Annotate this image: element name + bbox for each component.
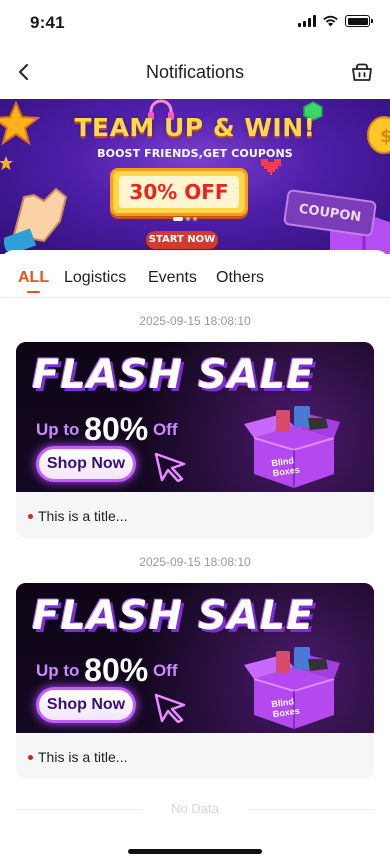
flash-sale-headline: FLASH SALE [32,593,315,639]
status-bar: 9:41 [0,0,390,44]
wifi-icon [323,15,338,27]
off-label: Off [152,661,178,680]
notification-title: This is a title... [38,749,128,765]
tab-logistics[interactable]: Logistics [64,269,126,287]
discount-text: Up to 80% Off [36,406,178,447]
banner-headline: TEAM UP & WIN! [74,113,316,142]
shop-basket-icon [352,63,372,81]
shop-now-button[interactable]: Shop Now [36,446,136,482]
notification-title: This is a title... [38,508,128,524]
notification-timestamp: 2025-09-15 18:08:10 [139,555,251,569]
discount-percent: 80% [84,411,149,447]
notifications-sheet: ALL Logistics Events Others 2025-09-15 1… [0,250,390,862]
shop-now-button[interactable]: Shop Now [36,687,136,723]
up-to-label: Up to [36,420,80,439]
page-title: Notifications [145,62,245,82]
navigation-bar: Notifications [0,44,390,100]
no-data-divider: No Data [16,801,374,817]
notification-card[interactable]: FLASH SALE Up to 80% Off Shop Now Blind … [16,583,374,779]
promo-banner[interactable]: $ TEAM UP & WIN! BOOST FRIENDS,GET COUPO… [0,99,390,254]
discount-percent: 80% [84,652,149,688]
battery-icon [345,15,373,27]
pagination-dot [186,217,190,221]
flash-sale-image: FLASH SALE Up to 80% Off Shop Now Blind … [16,583,374,733]
coupon-label: COUPON [297,201,363,225]
category-tabs: ALL Logistics Events Others [0,250,390,298]
flash-sale-image: FLASH SALE Up to 80% Off Shop Now Blind … [16,342,374,492]
banner-subtitle: BOOST FRIENDS,GET COUPONS [97,147,293,160]
home-indicator[interactable] [128,849,262,854]
banner-pagination [173,217,197,221]
discount-ticket: 30% OFF [110,168,248,216]
pagination-dot-active [173,217,183,221]
cursor-arrow-icon [154,452,186,482]
tab-all[interactable]: ALL [18,269,49,287]
tab-others[interactable]: Others [216,269,264,287]
coupon-decoration: COUPON [282,188,378,238]
cellular-signal-icon [298,15,316,27]
active-tab-indicator [27,291,40,293]
shop-button[interactable] [350,60,374,84]
up-to-label: Up to [36,661,80,680]
hand-decoration-icon [4,187,68,251]
discount-label: 30% OFF [119,176,239,208]
off-label: Off [152,420,178,439]
cursor-arrow-icon [154,693,186,723]
status-icons [298,15,373,27]
pagination-dot [193,217,197,221]
notification-card[interactable]: FLASH SALE Up to 80% Off Shop Now Blind … [16,342,374,538]
flash-sale-headline: FLASH SALE [32,352,315,398]
discount-text: Up to 80% Off [36,647,178,688]
status-time: 9:41 [30,13,65,32]
start-now-button[interactable]: START NOW [146,231,218,249]
tab-events[interactable]: Events [148,269,197,287]
notification-timestamp: 2025-09-15 18:08:10 [139,314,251,328]
